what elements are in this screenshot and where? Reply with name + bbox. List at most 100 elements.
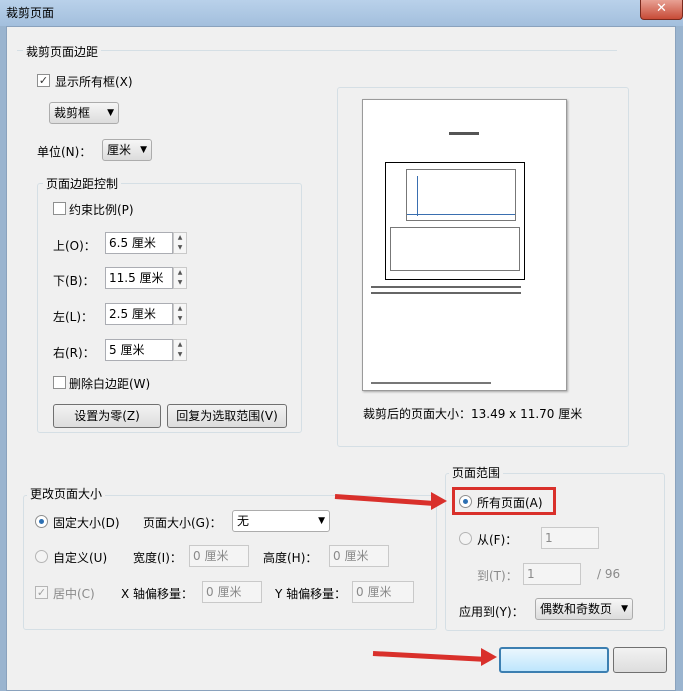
to-value: 1 (527, 567, 535, 581)
spin-down-icon: ▼ (177, 279, 183, 286)
spin-down-icon: ▼ (177, 315, 183, 322)
preview-footer-line (371, 382, 491, 384)
to-input[interactable]: 1 (523, 563, 581, 585)
left-margin-label: 左(L)： (53, 310, 94, 324)
top-margin-spinner[interactable]: ▲ ▼ (173, 232, 187, 254)
margins-separator (17, 50, 617, 51)
preview-chart-baseline (407, 214, 515, 215)
right-margin-input[interactable]: 5 厘米 (105, 339, 173, 361)
center-label: 居中(C) (53, 587, 95, 601)
height-value: 0 厘米 (333, 549, 369, 563)
page-range-title: 页面范围 (449, 464, 504, 481)
show-all-boxes-checkbox[interactable]: ✓ (37, 74, 50, 87)
top-margin-label: 上(O)： (53, 239, 96, 253)
page-size-value: 无 (237, 514, 250, 528)
from-input[interactable]: 1 (541, 527, 599, 549)
bottom-margin-value: 11.5 厘米 (109, 271, 164, 285)
cancel-button[interactable] (613, 647, 667, 673)
show-all-boxes-label: 显示所有框(X) (55, 75, 133, 89)
preview-text-line (371, 292, 521, 294)
custom-size-radio[interactable] (35, 550, 48, 563)
chevron-down-icon: ▼ (318, 516, 325, 526)
x-offset-label: X 轴偏移量： (121, 587, 194, 601)
y-offset-value: 0 厘米 (356, 585, 392, 599)
box-type-value: 裁剪框 (54, 106, 91, 120)
constrain-label: 约束比例(P) (69, 203, 134, 217)
apply-to-value: 偶数和奇数页 (540, 602, 613, 616)
center-checkbox[interactable]: ✓ (35, 586, 48, 599)
right-margin-label: 右(R)： (53, 346, 95, 360)
fixed-size-radio[interactable] (35, 515, 48, 528)
ok-button[interactable] (499, 647, 609, 673)
x-offset-value: 0 厘米 (206, 585, 242, 599)
top-margin-input[interactable]: 6.5 厘米 (105, 232, 173, 254)
bottom-margin-spinner[interactable]: ▲ ▼ (173, 267, 187, 289)
chevron-down-icon: ▼ (140, 145, 147, 155)
to-label: 到(T)： (477, 569, 518, 583)
spin-up-icon: ▲ (177, 341, 183, 348)
width-input[interactable]: 0 厘米 (189, 545, 249, 567)
title-bar: 裁剪页面 ✕ (0, 0, 683, 26)
unit-label: 单位(N)： (37, 145, 92, 159)
left-margin-spinner[interactable]: ▲ ▼ (173, 303, 187, 325)
preview-table-thumb (390, 227, 520, 271)
right-margin-value: 5 厘米 (109, 343, 145, 357)
preview-page-title (449, 132, 479, 135)
page-size-label: 页面大小(G)： (143, 516, 222, 530)
margins-group-title: 裁剪页面边距 (23, 43, 102, 60)
change-size-title: 更改页面大小 (27, 485, 106, 502)
spin-up-icon: ▲ (177, 234, 183, 241)
spin-up-icon: ▲ (177, 269, 183, 276)
from-value: 1 (545, 531, 553, 545)
box-type-select[interactable]: 裁剪框 ▼ (49, 102, 119, 124)
close-button[interactable]: ✕ (640, 0, 683, 20)
apply-to-label: 应用到(Y)： (459, 605, 524, 619)
crop-box-outline (385, 162, 525, 280)
revert-selection-button[interactable]: 回复为选取范围(V) (167, 404, 287, 428)
set-zero-button[interactable]: 设置为零(Z) (53, 404, 161, 428)
cropped-size-caption: 裁剪后的页面大小：13.49 x 11.70 厘米 (363, 407, 583, 421)
annotation-arrow-head (481, 648, 497, 666)
chevron-down-icon: ▼ (107, 108, 114, 118)
top-margin-value: 6.5 厘米 (109, 236, 156, 250)
spin-down-icon: ▼ (177, 351, 183, 358)
apply-to-select[interactable]: 偶数和奇数页 ▼ (535, 598, 633, 620)
custom-size-label: 自定义(U) (53, 551, 108, 565)
preview-chart-thumb (406, 169, 516, 221)
page-preview (362, 99, 567, 391)
preview-chart-peak (417, 176, 418, 216)
width-value: 0 厘米 (193, 549, 229, 563)
x-offset-input[interactable]: 0 厘米 (202, 581, 262, 603)
margin-control-title: 页面边距控制 (43, 175, 122, 192)
y-offset-label: Y 轴偏移量： (275, 587, 347, 601)
window-title: 裁剪页面 (6, 6, 55, 20)
left-margin-value: 2.5 厘米 (109, 307, 156, 321)
height-input[interactable]: 0 厘米 (329, 545, 389, 567)
remove-white-label: 删除白边距(W) (69, 377, 151, 391)
spin-up-icon: ▲ (177, 305, 183, 312)
preview-text-line (371, 286, 521, 288)
left-margin-input[interactable]: 2.5 厘米 (105, 303, 173, 325)
right-margin-spinner[interactable]: ▲ ▼ (173, 339, 187, 361)
page-size-select[interactable]: 无 ▼ (232, 510, 330, 532)
bottom-margin-input[interactable]: 11.5 厘米 (105, 267, 173, 289)
unit-value: 厘米 (107, 143, 132, 157)
dialog-body: 裁剪页面边距 ✓ 显示所有框(X) 裁剪框 ▼ 单位(N)： 厘米 ▼ 页面边距… (6, 26, 676, 691)
from-label: 从(F)： (477, 533, 518, 547)
width-label: 宽度(I)： (133, 551, 182, 565)
total-pages: / 96 (597, 567, 621, 581)
constrain-checkbox[interactable] (53, 202, 66, 215)
y-offset-input[interactable]: 0 厘米 (352, 581, 414, 603)
height-label: 高度(H)： (263, 551, 318, 565)
chevron-down-icon: ▼ (621, 604, 628, 614)
annotation-arrow-line (372, 651, 483, 662)
spin-down-icon: ▼ (177, 244, 183, 251)
bottom-margin-label: 下(B)： (53, 274, 95, 288)
remove-white-checkbox[interactable] (53, 376, 66, 389)
fixed-size-label: 固定大小(D) (53, 516, 120, 530)
unit-select[interactable]: 厘米 ▼ (102, 139, 152, 161)
annotation-arrow-head (431, 492, 447, 510)
close-icon: ✕ (656, 1, 667, 16)
all-pages-highlight (452, 487, 556, 515)
from-radio[interactable] (459, 532, 472, 545)
